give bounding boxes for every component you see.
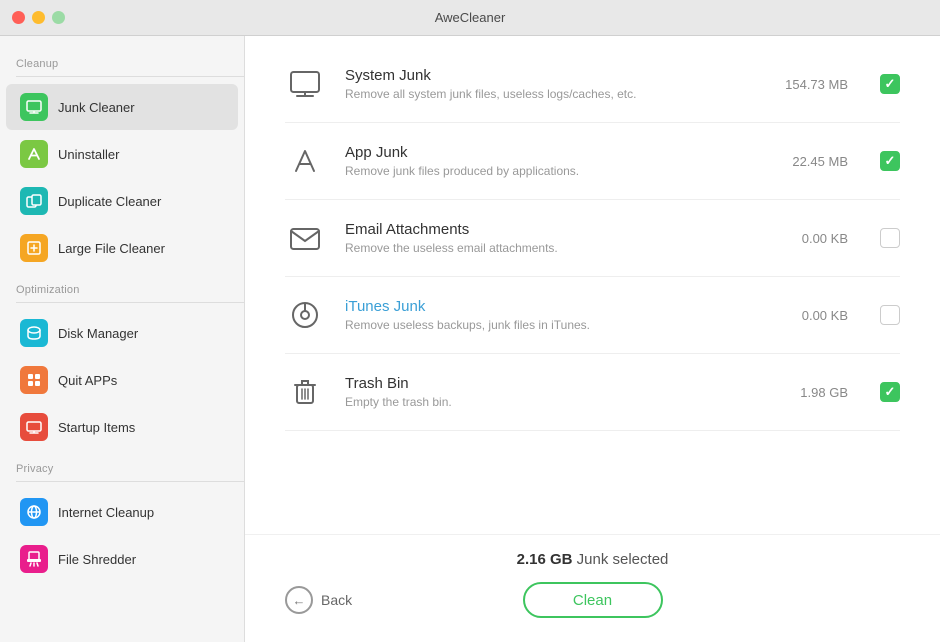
system-junk-icon	[285, 64, 325, 104]
footer: 2.16 GB Junk selected ← Back Clean	[245, 534, 940, 642]
quit-apps-icon	[20, 366, 48, 394]
back-label: Back	[321, 592, 352, 608]
section-label-optimization: Optimization	[0, 272, 244, 309]
file-shredder-label: File Shredder	[58, 552, 136, 567]
sidebar-item-disk-manager[interactable]: Disk Manager	[6, 310, 238, 356]
junk-summary: 2.16 GB Junk selected	[517, 551, 669, 568]
trash-text: Trash Bin Empty the trash bin.	[345, 375, 748, 409]
back-button[interactable]: ← Back	[285, 586, 352, 614]
main-content: System Junk Remove all system junk files…	[245, 36, 940, 642]
file-shredder-icon	[20, 545, 48, 573]
sidebar-item-uninstaller[interactable]: Uninstaller	[6, 131, 238, 177]
itunes-icon	[285, 295, 325, 335]
internet-cleanup-icon	[20, 498, 48, 526]
clean-button[interactable]: Clean	[523, 582, 663, 618]
system-junk-subtitle: Remove all system junk files, useless lo…	[345, 87, 748, 101]
uninstaller-label: Uninstaller	[58, 147, 119, 162]
window-controls	[12, 11, 65, 24]
junk-cleaner-label: Junk Cleaner	[58, 100, 135, 115]
large-file-cleaner-label: Large File Cleaner	[58, 241, 165, 256]
sidebar-item-quit-apps[interactable]: Quit APPs	[6, 357, 238, 403]
app-junk-checkbox[interactable]	[880, 151, 900, 171]
app-junk-title: App Junk	[345, 144, 748, 161]
app-junk-size: 22.45 MB	[768, 154, 848, 169]
email-title: Email Attachments	[345, 221, 748, 238]
startup-items-label: Startup Items	[58, 420, 135, 435]
footer-row: ← Back Clean	[285, 582, 900, 618]
itunes-title: iTunes Junk	[345, 298, 748, 315]
trash-size: 1.98 GB	[768, 385, 848, 400]
sidebar-item-startup-items[interactable]: Startup Items	[6, 404, 238, 450]
system-junk-size: 154.73 MB	[768, 77, 848, 92]
system-junk-title: System Junk	[345, 67, 748, 84]
close-button[interactable]	[12, 11, 25, 24]
email-checkbox[interactable]	[880, 228, 900, 248]
junk-cleaner-icon	[20, 93, 48, 121]
trash-checkbox[interactable]	[880, 382, 900, 402]
app-title: AweCleaner	[435, 10, 506, 25]
section-label-privacy: Privacy	[0, 451, 244, 488]
email-subtitle: Remove the useless email attachments.	[345, 241, 748, 255]
sidebar-item-large-file-cleaner[interactable]: Large File Cleaner	[6, 225, 238, 271]
app-junk-text: App Junk Remove junk files produced by a…	[345, 144, 748, 178]
section-label-cleanup: Cleanup	[0, 46, 244, 83]
large-file-icon	[20, 234, 48, 262]
sidebar-item-internet-cleanup[interactable]: Internet Cleanup	[6, 489, 238, 535]
sidebar-item-file-shredder[interactable]: File Shredder	[6, 536, 238, 582]
itunes-checkbox[interactable]	[880, 305, 900, 325]
internet-cleanup-label: Internet Cleanup	[58, 505, 154, 520]
back-arrow-icon: ←	[285, 586, 313, 614]
list-item-trash: Trash Bin Empty the trash bin. 1.98 GB	[285, 354, 900, 431]
system-junk-checkbox[interactable]	[880, 74, 900, 94]
minimize-button[interactable]	[32, 11, 45, 24]
sidebar-item-duplicate-cleaner[interactable]: Duplicate Cleaner	[6, 178, 238, 224]
uninstaller-icon	[20, 140, 48, 168]
items-list: System Junk Remove all system junk files…	[245, 36, 940, 534]
email-text: Email Attachments Remove the useless ema…	[345, 221, 748, 255]
duplicate-cleaner-icon	[20, 187, 48, 215]
junk-amount: 2.16 GB	[517, 551, 573, 568]
list-item-app-junk: App Junk Remove junk files produced by a…	[285, 123, 900, 200]
title-bar: AweCleaner	[0, 0, 940, 36]
itunes-subtitle: Remove useless backups, junk files in iT…	[345, 318, 748, 332]
app-junk-icon	[285, 141, 325, 181]
itunes-text: iTunes Junk Remove useless backups, junk…	[345, 298, 748, 332]
disk-manager-label: Disk Manager	[58, 326, 138, 341]
maximize-button[interactable]	[52, 11, 65, 24]
list-item-itunes: iTunes Junk Remove useless backups, junk…	[285, 277, 900, 354]
app-junk-subtitle: Remove junk files produced by applicatio…	[345, 164, 748, 178]
list-item-system-junk: System Junk Remove all system junk files…	[285, 46, 900, 123]
system-junk-text: System Junk Remove all system junk files…	[345, 67, 748, 101]
email-size: 0.00 KB	[768, 231, 848, 246]
trash-icon	[285, 372, 325, 412]
startup-items-icon	[20, 413, 48, 441]
duplicate-cleaner-label: Duplicate Cleaner	[58, 194, 161, 209]
app-body: Cleanup Junk Cleaner Uninstaller	[0, 36, 940, 642]
email-icon	[285, 218, 325, 258]
junk-label: Junk selected	[572, 551, 668, 568]
disk-manager-icon	[20, 319, 48, 347]
sidebar: Cleanup Junk Cleaner Uninstaller	[0, 36, 245, 642]
itunes-size: 0.00 KB	[768, 308, 848, 323]
quit-apps-label: Quit APPs	[58, 373, 117, 388]
trash-title: Trash Bin	[345, 375, 748, 392]
trash-subtitle: Empty the trash bin.	[345, 395, 748, 409]
list-item-email: Email Attachments Remove the useless ema…	[285, 200, 900, 277]
sidebar-item-junk-cleaner[interactable]: Junk Cleaner	[6, 84, 238, 130]
